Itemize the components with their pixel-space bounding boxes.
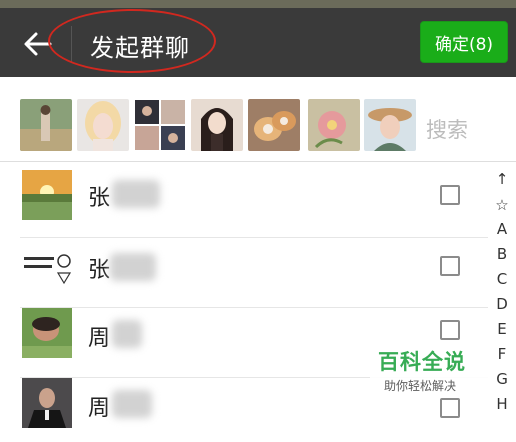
list-item[interactable]: 张 (0, 168, 488, 238)
avatar[interactable] (191, 99, 243, 151)
top-strip (0, 0, 516, 8)
avatar[interactable] (20, 99, 72, 151)
index-letter[interactable]: C (488, 270, 516, 288)
selected-avatar-bar: 搜索 (0, 77, 516, 162)
index-letter[interactable]: ↑ (488, 170, 516, 188)
redaction-blur (112, 320, 142, 348)
select-checkbox[interactable] (440, 398, 460, 418)
redaction-blur (112, 390, 152, 418)
annotation-ellipse (48, 9, 216, 73)
index-letter[interactable]: A (488, 220, 516, 238)
list-item[interactable]: 张 (0, 238, 488, 308)
index-letter[interactable]: F (488, 345, 516, 363)
select-checkbox[interactable] (440, 256, 460, 276)
contact-name: 张 (88, 258, 111, 283)
contact-avatar (22, 243, 72, 293)
select-checkbox[interactable] (440, 320, 460, 340)
avatar[interactable] (77, 99, 129, 151)
avatar[interactable] (134, 99, 186, 151)
confirm-button[interactable]: 确定(8) (420, 21, 508, 63)
index-letter[interactable]: ☆ (488, 196, 516, 214)
avatar[interactable] (248, 99, 300, 151)
contact-name: 周 (88, 396, 111, 421)
redaction-blur (112, 180, 160, 208)
redaction-blur (110, 253, 156, 281)
index-letter[interactable]: D (488, 295, 516, 313)
contact-name: 张 (88, 186, 111, 211)
avatar[interactable] (308, 99, 360, 151)
header-bar: 发起群聊 确定(8) (0, 8, 516, 77)
index-letter[interactable]: E (488, 320, 516, 338)
watermark-title: 百科全说 (378, 350, 466, 374)
index-letter[interactable]: B (488, 245, 516, 263)
index-letter[interactable]: H (488, 395, 516, 413)
contact-avatar (22, 308, 72, 358)
contact-avatar (22, 170, 72, 220)
select-checkbox[interactable] (440, 185, 460, 205)
index-letter[interactable]: G (488, 370, 516, 388)
watermark-subtitle: 助你轻松解决 (384, 379, 457, 393)
watermark-logo: 百科全说 助你轻松解决 (370, 340, 488, 398)
contact-avatar (22, 378, 72, 428)
avatar[interactable] (364, 99, 416, 151)
search-input[interactable]: 搜索 (426, 114, 468, 144)
contact-name: 周 (88, 326, 111, 351)
